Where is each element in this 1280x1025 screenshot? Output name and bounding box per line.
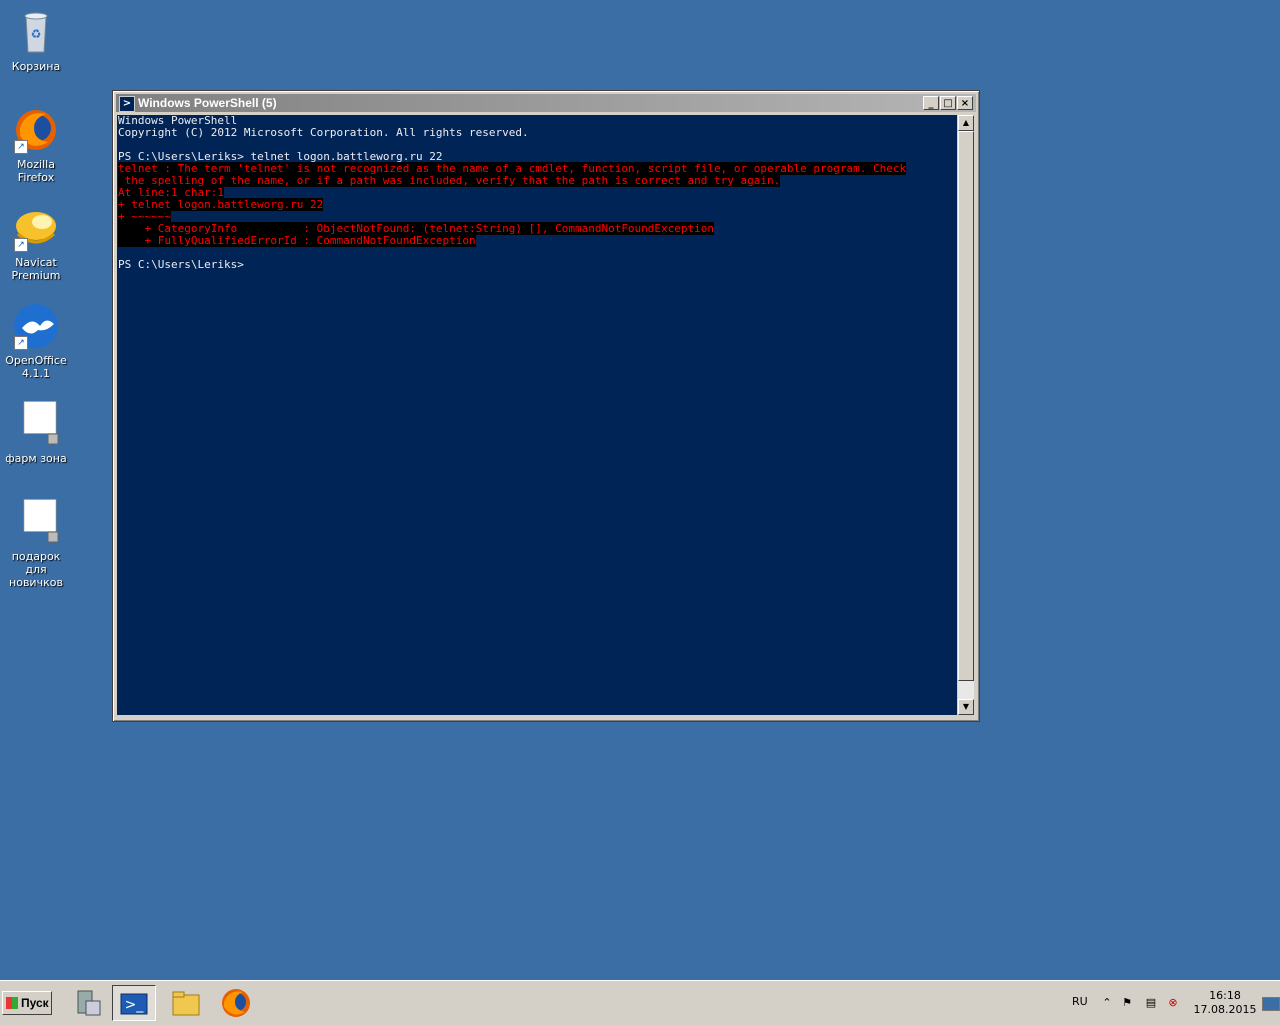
close-button[interactable]: × [957,96,973,110]
powershell-icon: > [119,96,135,112]
system-clock[interactable]: 16:18 17.08.2015 [1192,989,1258,1017]
error-text: + FullyQualifiedErrorId : CommandNotFoun… [118,234,476,247]
maximize-button[interactable]: □ [940,96,956,110]
desktop-icon-label: Navicat Premium [11,256,61,282]
taskbar: Пуск >_ RU ⌃ ⚑ ▤ ⊗ 16:18 17.08.2015 [0,980,1280,1025]
desktop-icon-label: фарм зона [5,452,67,465]
shortcut-arrow-icon: ↗ [14,336,28,350]
windows-logo-icon [6,997,18,1009]
clock-time: 16:18 [1209,989,1241,1002]
firefox-icon [222,989,250,1017]
taskbar-explorer[interactable] [164,985,208,1021]
navicat-icon: ↗ [12,204,60,252]
desktop-icon-openoffice[interactable]: ↗ OpenOffice 4.1.1 [0,302,72,380]
console-line: Copyright (C) 2012 Microsoft Corporation… [118,126,529,139]
desktop-icon-label: подарок для новичков [9,550,63,589]
desktop-icon-label: OpenOffice 4.1.1 [5,354,67,380]
svg-text:>_: >_ [125,997,145,1013]
console-line: PS C:\Users\Leriks> [118,258,244,271]
volume-muted-icon[interactable]: ⊗ [1166,997,1180,1009]
show-desktop-icon[interactable] [1262,997,1280,1011]
language-indicator[interactable]: RU [1072,995,1088,1008]
scroll-thumb[interactable] [958,131,974,681]
scroll-up-button[interactable]: ▲ [958,115,974,131]
action-center-flag-icon[interactable]: ⚑ [1120,997,1134,1009]
vertical-scrollbar[interactable]: ▲ ▼ [958,115,974,715]
minimize-button[interactable]: _ [923,96,939,110]
console-line: + FullyQualifiedErrorId : CommandNotFoun… [118,234,956,247]
shortcut-arrow-icon: ↗ [14,140,28,154]
powershell-window[interactable]: > Windows PowerShell (5) _ □ × Windows P… [112,90,980,722]
start-button[interactable]: Пуск [2,991,52,1015]
show-hidden-icons-icon[interactable]: ⌃ [1100,997,1114,1009]
start-label: Пуск [21,996,49,1010]
desktop-icon-gift[interactable]: подарок для новичков [0,498,72,589]
taskbar-server-manager[interactable] [66,985,110,1021]
scroll-down-button[interactable]: ▼ [958,699,974,715]
desktop-icon-label: Mozilla Firefox [17,158,55,184]
openoffice-icon: ↗ [12,302,60,350]
document-icon [12,400,60,448]
powershell-icon: >_ [120,993,148,1015]
firefox-icon: ↗ [12,106,60,154]
taskbar-powershell[interactable]: >_ [112,985,156,1021]
desktop-icon-firefox[interactable]: ↗ Mozilla Firefox [0,106,72,184]
desktop-icon-farm-zone[interactable]: фарм зона [0,400,72,465]
window-title: Windows PowerShell (5) [138,96,277,110]
desktop-icon-label: Корзина [11,60,61,73]
console-line: + telnet logon.battleworg.ru 22 [118,198,956,211]
shortcut-arrow-icon: ↗ [14,238,28,252]
svg-text:♻: ♻ [31,27,42,41]
desktop-icon-recycle-bin[interactable]: ♻ Корзина [0,8,72,73]
recycle-bin-icon: ♻ [12,8,60,56]
clock-date: 17.08.2015 [1193,1003,1257,1016]
desktop-icon-navicat[interactable]: ↗ Navicat Premium [0,204,72,282]
window-titlebar[interactable]: > Windows PowerShell (5) _ □ × [116,94,976,112]
folder-icon [172,991,200,1016]
console-output[interactable]: Windows PowerShell Copyright (C) 2012 Mic… [117,115,957,715]
network-icon[interactable]: ▤ [1144,997,1158,1009]
taskbar-firefox[interactable] [214,985,258,1021]
server-manager-icon [77,990,101,1016]
document-icon [12,498,60,546]
console-line: the spelling of the name, or if a path w… [118,174,956,187]
